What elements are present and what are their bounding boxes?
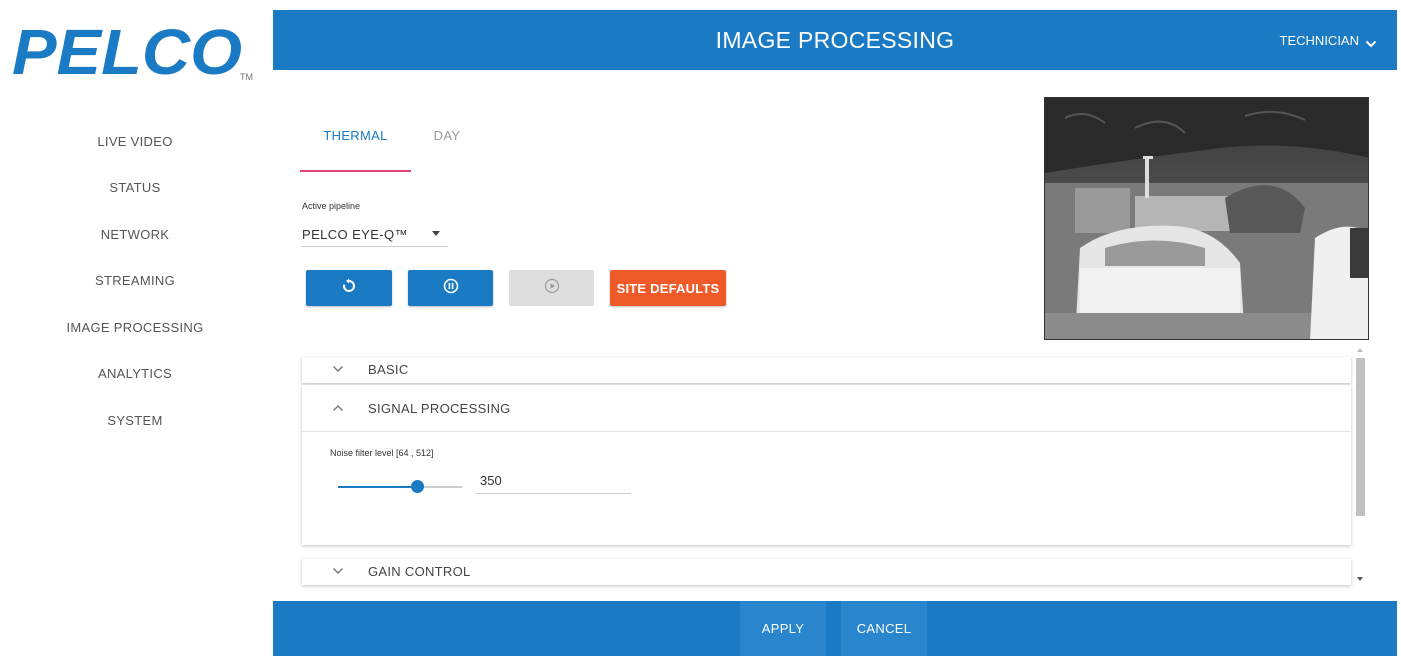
panel-basic-header[interactable]: BASIC <box>302 357 1351 381</box>
noise-filter-label: Noise filter level [64 , 512] <box>330 448 434 458</box>
scrollbar-thumb[interactable] <box>1356 358 1365 516</box>
sidebar-item-network[interactable]: NETWORK <box>0 211 270 258</box>
noise-filter-input[interactable]: 350 <box>476 472 631 494</box>
sidebar-item-status[interactable]: STATUS <box>0 165 270 212</box>
chevron-down-icon <box>332 365 362 373</box>
sidebar-item-analytics[interactable]: ANALYTICS <box>0 351 270 398</box>
tab-day[interactable]: DAY <box>410 128 484 172</box>
panel-signal-processing-header[interactable]: SIGNAL PROCESSING <box>302 385 1351 432</box>
reset-icon <box>341 278 357 299</box>
pelco-logo: PELCO TM <box>8 18 268 82</box>
top-header: IMAGE PROCESSING TECHNICIAN <box>273 10 1397 70</box>
settings-accordion: BASIC SIGNAL PROCESSING Noise filter lev… <box>300 345 1368 590</box>
logo-text: PELCO <box>12 18 242 82</box>
panel-gain-control-label: GAIN CONTROL <box>368 563 471 579</box>
page-title: IMAGE PROCESSING <box>715 27 955 53</box>
slider-thumb[interactable] <box>411 480 425 493</box>
chevron-down-icon <box>1365 36 1377 48</box>
sidebar-item-image-processing[interactable]: IMAGE PROCESSING <box>0 304 270 351</box>
chevron-up-icon <box>332 404 362 412</box>
footer-bar: APPLY CANCEL <box>273 601 1397 656</box>
sidebar-nav: LIVE VIDEO STATUS NETWORK STREAMING IMAG… <box>0 118 270 444</box>
noise-filter-slider[interactable] <box>338 480 462 493</box>
apply-button[interactable]: APPLY <box>740 601 826 656</box>
trademark-mark: TM <box>240 72 253 82</box>
active-pipeline-select[interactable]: PELCO EYE-Q™ <box>302 222 448 247</box>
active-pipeline-label: Active pipeline <box>302 201 361 211</box>
sidebar-item-system[interactable]: SYSTEM <box>0 397 270 444</box>
pause-icon <box>443 278 459 299</box>
accordion-scrollbar[interactable] <box>1353 345 1368 585</box>
panel-signal-processing-label: SIGNAL PROCESSING <box>368 400 511 416</box>
play-icon <box>544 278 560 299</box>
scroll-down-arrow-icon[interactable] <box>1357 577 1363 581</box>
slider-fill <box>338 486 418 488</box>
thermal-video-preview <box>1044 97 1369 340</box>
reset-button[interactable] <box>306 270 392 306</box>
cancel-button[interactable]: CANCEL <box>841 601 927 656</box>
play-button[interactable] <box>509 270 594 306</box>
user-menu[interactable]: TECHNICIAN <box>1280 10 1377 70</box>
pause-button[interactable] <box>408 270 493 306</box>
sidebar-item-live-video[interactable]: LIVE VIDEO <box>0 118 270 165</box>
panel-gain-control-header[interactable]: GAIN CONTROL <box>302 559 1351 583</box>
active-pipeline-value: PELCO EYE-Q™ <box>302 226 408 242</box>
panel-basic-label: BASIC <box>368 361 409 377</box>
chevron-down-icon <box>332 567 362 575</box>
scroll-up-arrow-icon[interactable] <box>1357 348 1363 352</box>
site-defaults-button[interactable]: SITE DEFAULTS <box>610 270 726 306</box>
tab-thermal[interactable]: THERMAL <box>300 128 411 172</box>
panel-signal-processing: SIGNAL PROCESSING Noise filter level [64… <box>302 385 1351 545</box>
user-role-label: TECHNICIAN <box>1279 32 1359 48</box>
panel-gain-control: GAIN CONTROL <box>302 559 1351 585</box>
panel-basic: BASIC <box>302 357 1351 383</box>
sidebar-item-streaming[interactable]: STREAMING <box>0 258 270 305</box>
dropdown-caret-icon <box>432 231 440 236</box>
